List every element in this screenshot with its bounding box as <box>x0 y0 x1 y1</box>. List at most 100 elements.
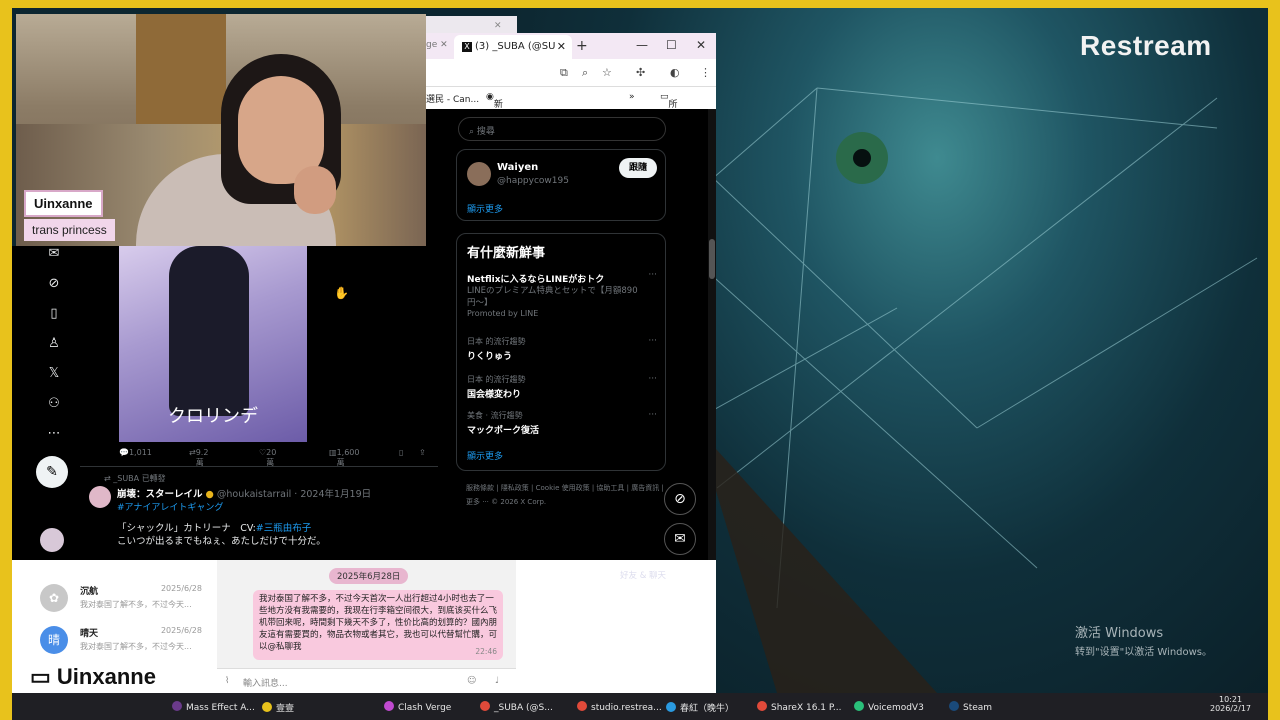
message-text: 我对泰国了解不多，不过今天首次一人出行超过4小时也去了一些地方没有我需要的，我现… <box>259 594 498 652</box>
x-logo-icon: X <box>462 42 472 52</box>
taskbar-clock[interactable]: 10:21 2026/2/17 <box>1210 695 1251 713</box>
more-icon[interactable]: ··· <box>648 270 657 280</box>
follow-button[interactable]: 跟隨 <box>619 158 657 178</box>
share-icon[interactable]: ⇪ <box>419 448 426 457</box>
bookmark-item[interactable]: ◉ 新分頁 <box>486 92 503 136</box>
taskbar-item[interactable]: Clash Verge <box>384 701 451 713</box>
maximize-button[interactable]: ☐ <box>666 38 677 52</box>
windows-activation-watermark: 激活 Windows 转到"设置"以激活 Windows。 <box>1075 622 1212 658</box>
mouse-cursor-icon: ✋ <box>334 286 349 300</box>
scrollbar-thumb[interactable] <box>709 239 715 279</box>
clock-date: 2026/2/17 <box>1210 704 1252 713</box>
trend-title: 国会様変わり <box>467 390 522 400</box>
install-icon[interactable]: ⧉ <box>560 66 568 80</box>
close-window-button[interactable]: ✕ <box>696 38 706 52</box>
zoom-icon[interactable]: ⌕ <box>582 66 588 80</box>
window-close-icon[interactable]: ✕ <box>494 21 502 31</box>
chevron-right-icon[interactable]: » <box>629 92 635 102</box>
repost-button[interactable]: ⇄ 9.2萬 <box>189 448 208 467</box>
previous-tab-fragment[interactable]: ge ✕ <box>426 40 448 50</box>
more-icon[interactable]: ⋯ <box>40 426 68 441</box>
tab-title: (3) _SUBA (@SU <box>475 41 556 52</box>
footer-link[interactable]: Cookie 使用政策 <box>536 484 590 492</box>
taskbar-item[interactable]: studio.restrea... <box>577 701 662 713</box>
profile-icon[interactable]: ◐ <box>670 66 680 79</box>
avatar[interactable] <box>40 528 64 552</box>
activation-line-2: 转到"设置"以激活 Windows。 <box>1075 647 1213 658</box>
taskbar-item[interactable]: _SUBA (@S... <box>480 701 553 713</box>
emoji-icon[interactable]: ☺ <box>467 676 476 686</box>
extensions-icon[interactable]: ✣ <box>636 66 645 79</box>
more-icon[interactable]: ··· <box>648 410 657 420</box>
post-button[interactable]: ✎ <box>36 456 68 488</box>
new-tab-button[interactable]: + <box>576 38 588 54</box>
message-bubble[interactable]: 我对泰国了解不多，不过今天首次一人出行超过4小时也去了一些地方没有我需要的，我现… <box>253 590 503 660</box>
contact-name: 沉航 <box>80 587 99 597</box>
message-time: 22:46 <box>475 647 497 656</box>
taskbar-item[interactable]: 春紅（晚牛） <box>666 701 734 714</box>
more-icon[interactable]: ··· <box>648 374 657 384</box>
hashtag-link[interactable]: #アナイアレイトギャング <box>117 500 223 513</box>
monitor-icon: ▭ <box>30 664 51 689</box>
profile-icon[interactable]: ⚇ <box>40 396 68 411</box>
browser-window: ge ✕ X (3) _SUBA (@SU ✕ + — ☐ ✕ ⧉ ⌕ ☆ ✣ ◐… <box>426 33 716 560</box>
like-button[interactable]: ♡ 20萬 <box>259 448 276 467</box>
bookmark-icon[interactable]: ▯ <box>40 306 68 321</box>
promoted-trend[interactable]: Netflixに入るならLINEがおトク LINEのプレミアム特典とセットで【月… <box>467 270 657 318</box>
footer-link[interactable]: 協助工具 <box>596 484 624 492</box>
taskbar-item[interactable]: ShareX 16.1 P... <box>757 701 842 713</box>
messages-button[interactable]: ✉ <box>664 523 696 555</box>
footer-link[interactable]: 更多 ··· <box>466 498 489 506</box>
tab-bar: ge ✕ X (3) _SUBA (@SU ✕ + — ☐ ✕ <box>426 33 716 59</box>
microphone-icon[interactable]: ♩ <box>495 676 499 686</box>
x-timeline-window: ✉ ⊘ ▯ ♙ 𝕏 ⚇ ⋯ ✎ クロリンデ 💬 1,011 ⇄ 9.2萬 ♡ 2… <box>12 246 438 560</box>
footer-link[interactable]: 隱私政策 <box>501 484 529 492</box>
footer-link[interactable]: 服務條款 <box>466 484 494 492</box>
x-premium-icon[interactable]: 𝕏 <box>40 366 68 381</box>
menu-icon[interactable]: ⋮ <box>700 66 711 79</box>
chat-list-item[interactable]: 晴 晴天 2025/6/28 我对泰国了解不多，不过今天... <box>34 622 206 662</box>
taskbar-item[interactable]: Steam <box>949 701 992 713</box>
taskbar-item[interactable]: Mass Effect A... <box>172 701 255 713</box>
more-icon[interactable]: ··· <box>648 336 657 346</box>
messages-icon[interactable]: ✉ <box>40 246 68 261</box>
search-icon: ⌕ <box>469 127 477 137</box>
grok-button[interactable]: ⊘ <box>664 483 696 515</box>
address-bar[interactable]: ⧉ ⌕ ☆ ✣ ◐ ⋮ <box>426 59 716 87</box>
trend-item[interactable]: 日本 的流行趨勢 国会様変わり ··· <box>467 374 657 400</box>
show-more-link[interactable]: 顯示更多 <box>467 202 503 215</box>
footer-link[interactable]: 廣告資訊 <box>631 484 659 492</box>
views-button[interactable]: ▥ 1,600萬 <box>329 448 359 467</box>
chat-list-item[interactable]: ✿ 沉航 2025/6/28 我对泰国了解不多，不过今天... <box>34 580 206 620</box>
trend-item[interactable]: 美食 · 流行趨勢 マックポーク復活 ··· <box>467 410 657 436</box>
tweet-header: 崩壊：スターレイル ● @houkaistarrail · 2024年1月19日 <box>117 486 371 500</box>
suggestion-name: Waiyen <box>497 162 539 173</box>
search-input[interactable]: ⌕ 搜尋 <box>458 117 666 141</box>
tab-close-icon[interactable]: ✕ <box>557 40 566 53</box>
bookmark-item[interactable]: 選民 - Can... <box>426 92 479 105</box>
hashtag-link[interactable]: #三瓶由布子 <box>256 523 311 534</box>
bookmark-icon[interactable]: ▯ <box>399 448 403 457</box>
x-right-column: ⌕ 搜尋 Waiyen @happycow195 跟隨 顯示更多 有什麼新鮮事 … <box>426 109 716 560</box>
bookmark-folder[interactable]: ▭ 所有书签 <box>660 92 678 149</box>
taskbar-item[interactable]: 壹壹 <box>262 701 294 714</box>
active-tab[interactable]: X (3) _SUBA (@SU ✕ <box>454 35 572 59</box>
tweet-author[interactable]: 崩壊：スターレイル <box>117 489 203 500</box>
attach-icon[interactable]: ⌇ <box>225 676 229 686</box>
reply-button[interactable]: 💬 1,011 <box>119 448 152 457</box>
streamer-name-tag: Uinxanne trans princess <box>24 190 115 241</box>
scrollbar[interactable] <box>708 109 716 560</box>
grok-icon[interactable]: ⊘ <box>40 276 68 291</box>
avatar[interactable] <box>467 162 491 186</box>
show-more-link[interactable]: 顯示更多 <box>467 449 503 462</box>
footer-links: 服務條款 | 隱私政策 | Cookie 使用政策 | 協助工具 | 廣告資訊 … <box>466 484 664 506</box>
avatar[interactable] <box>89 486 111 508</box>
jobs-icon[interactable]: ♙ <box>40 336 68 351</box>
friends-chat-label[interactable]: 好友 & 聊天 <box>620 569 666 581</box>
trend-item[interactable]: 日本 的流行趨勢 りくりゅう ··· <box>467 336 657 362</box>
taskbar-item[interactable]: VoicemodV3 <box>854 701 924 713</box>
message-input[interactable]: ⌇ 輸入訊息... ☺ ♩ <box>217 668 516 693</box>
minimize-button[interactable]: — <box>636 38 648 52</box>
star-icon[interactable]: ☆ <box>602 66 612 79</box>
post-image[interactable]: クロリンデ <box>119 246 307 442</box>
